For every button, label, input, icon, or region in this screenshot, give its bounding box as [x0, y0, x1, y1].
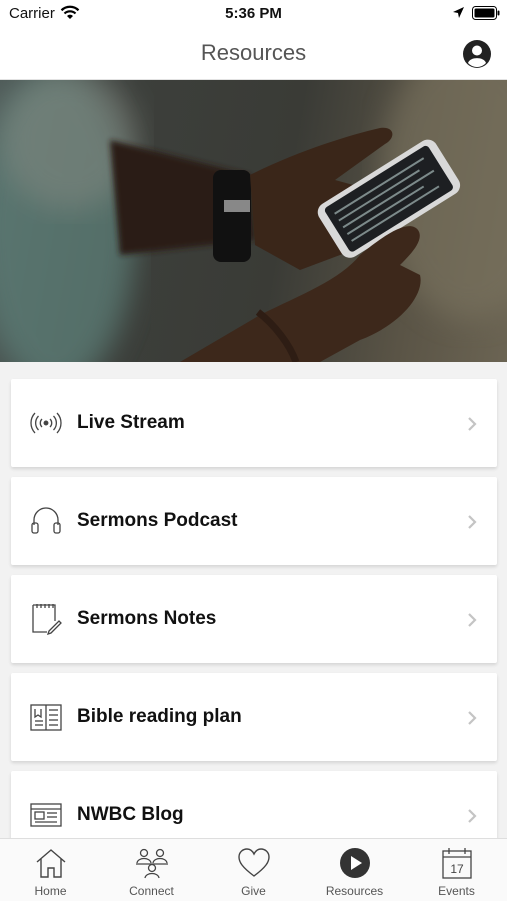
user-icon	[463, 40, 491, 68]
tab-home[interactable]: Home	[0, 839, 101, 901]
home-icon	[33, 847, 69, 879]
tab-resources[interactable]: Resources	[304, 839, 405, 901]
resource-label: Sermons Notes	[77, 608, 217, 629]
chevron-right-icon	[467, 612, 477, 633]
resource-label: Bible reading plan	[77, 706, 242, 727]
svg-text:17: 17	[450, 862, 464, 876]
resource-live-stream[interactable]: Live Stream	[11, 379, 497, 467]
tab-label: Give	[241, 884, 266, 898]
page-title: Resources	[200, 40, 307, 65]
tab-label: Events	[438, 884, 475, 898]
book-icon	[29, 701, 63, 733]
hero-image	[0, 80, 507, 362]
tab-connect[interactable]: Connect	[101, 839, 202, 901]
headphones-icon	[29, 505, 63, 537]
blog-icon	[29, 799, 63, 831]
nav-bar: Resources	[0, 28, 507, 80]
chevron-right-icon	[467, 710, 477, 731]
tab-label: Resources	[325, 884, 384, 898]
clock: 5:36 PM	[225, 5, 282, 22]
battery-icon	[472, 6, 500, 24]
heart-icon	[236, 847, 272, 879]
chevron-right-icon	[467, 416, 477, 437]
location-arrow-icon	[452, 6, 465, 23]
profile-button[interactable]	[462, 39, 492, 74]
notes-icon	[29, 603, 63, 636]
tab-events[interactable]: 17 Events	[406, 839, 507, 901]
calendar-icon: 17	[439, 847, 475, 879]
people-icon	[134, 847, 170, 879]
play-icon	[337, 847, 373, 879]
chevron-right-icon	[467, 808, 477, 829]
resource-sermons-podcast[interactable]: Sermons Podcast	[11, 477, 497, 565]
tab-label: Home	[34, 884, 67, 898]
tab-give[interactable]: Give	[203, 839, 304, 901]
resource-label: Live Stream	[77, 412, 185, 433]
resource-label: Sermons Podcast	[77, 510, 238, 531]
resource-bible-reading-plan[interactable]: Bible reading plan	[11, 673, 497, 761]
status-bar: Carrier 5:36 PM	[0, 0, 507, 28]
resource-sermons-notes[interactable]: Sermons Notes	[11, 575, 497, 663]
chevron-right-icon	[467, 514, 477, 535]
tab-bar: Home Connect Give Resources 17 Events	[0, 838, 507, 901]
resource-label: NWBC Blog	[77, 804, 184, 825]
broadcast-icon	[29, 407, 63, 439]
tab-label: Connect	[129, 884, 174, 898]
